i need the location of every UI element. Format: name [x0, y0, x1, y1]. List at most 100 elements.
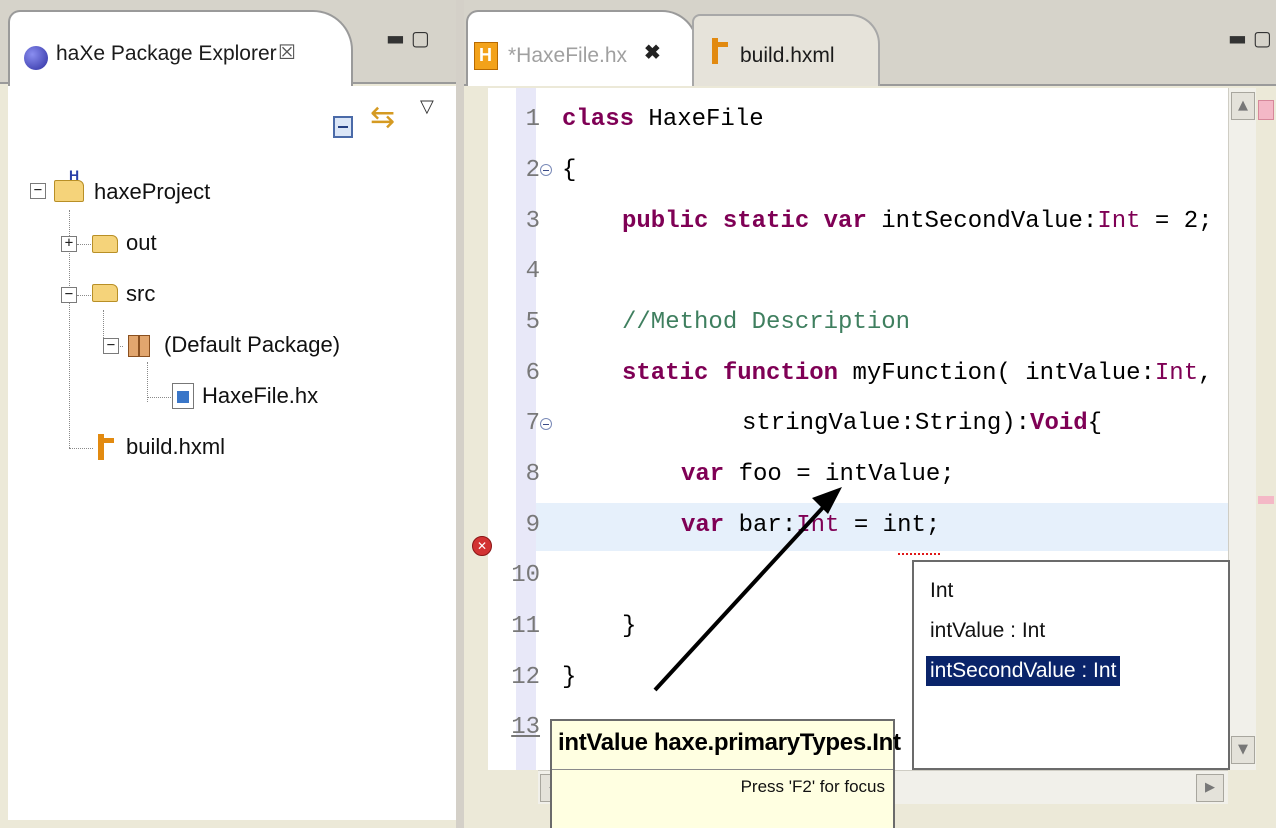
tree-connector: [147, 362, 148, 402]
tree-item-src[interactable]: src: [126, 276, 155, 312]
code-line-12: }: [562, 664, 577, 691]
code-line-2: {: [562, 157, 576, 184]
tab-label: build.hxml: [740, 44, 835, 67]
haxe-file-icon: [474, 42, 498, 70]
tree-item-label: out: [126, 230, 157, 255]
fold-collapse-icon[interactable]: [540, 164, 552, 176]
scroll-down-arrow-icon[interactable]: ▼: [1231, 736, 1255, 764]
keyword: var: [681, 512, 725, 539]
folder-icon: [92, 235, 118, 253]
error-underline: [898, 549, 940, 555]
tab-package-explorer[interactable]: haXe Package Explorer ☒: [8, 10, 353, 86]
hover-tooltip: intValue haxe.primaryTypes.Int Press 'F2…: [550, 719, 901, 828]
code-completion-popup[interactable]: Int intValue : Int intSecondValue : Int: [912, 560, 1230, 770]
tree-item-build-hxml[interactable]: build.hxml: [126, 429, 225, 465]
line-number: 7: [525, 410, 540, 437]
code-text: HaxeFile: [634, 106, 764, 133]
globe-icon: [24, 46, 48, 70]
keyword: public: [622, 208, 709, 235]
error-overview-marker[interactable]: [1258, 100, 1274, 120]
project-tree: − haxeProject + out − src − (Default Pac…: [8, 150, 456, 820]
tree-item-haxefile[interactable]: HaxeFile.hx: [202, 378, 318, 414]
line-number: 1: [525, 106, 540, 133]
tooltip-hint: Press 'F2' for focus: [740, 777, 885, 796]
keyword: var: [681, 461, 725, 488]
code-line-1: class HaxeFile: [562, 106, 764, 133]
close-icon[interactable]: ☒: [278, 40, 296, 65]
type-name: Int: [1097, 208, 1141, 235]
vertical-scrollbar[interactable]: ▲ ▼: [1228, 88, 1256, 770]
tree-connector: [77, 244, 91, 245]
minimize-maximize-icons[interactable]: ▬▢: [1228, 26, 1276, 50]
line-number: 4: [525, 258, 540, 285]
view-menu-chevron-down-icon[interactable]: ▽: [420, 96, 434, 117]
code-text: foo = intValue;: [724, 461, 955, 488]
minimize-maximize-icons[interactable]: ▬▢: [386, 26, 436, 50]
keyword: Void: [1030, 410, 1088, 437]
panel-divider[interactable]: [456, 0, 464, 828]
code-text: {: [562, 157, 577, 184]
tooltip-title: intValue haxe.primaryTypes.Int: [558, 729, 901, 756]
keyword: static: [722, 208, 810, 235]
tab-build-hxml[interactable]: build.hxml: [692, 14, 880, 86]
tree-item-out[interactable]: out: [126, 225, 157, 261]
tree-connector: [69, 448, 93, 449]
link-with-editor-icon[interactable]: ⇆: [370, 100, 395, 135]
package-explorer-panel: haXe Package Explorer ☒ ▬▢ ⇆ ▽ − haxePro…: [0, 0, 456, 828]
scroll-up-arrow-icon[interactable]: ▲: [1231, 92, 1255, 120]
explorer-toolbar: ⇆ ▽: [8, 86, 456, 150]
expand-toggle[interactable]: +: [61, 236, 77, 252]
collapse-toggle[interactable]: −: [61, 287, 77, 303]
code-line-8: var foo = intValue;: [681, 461, 955, 488]
code-text: myFunction( intValue:: [838, 360, 1155, 387]
line-number: 11: [511, 613, 540, 640]
error-icon[interactable]: ✕: [472, 536, 492, 556]
completion-item[interactable]: Int: [926, 576, 957, 606]
collapse-toggle[interactable]: −: [30, 183, 46, 199]
editor-tabbar: *HaxeFile.hx ✖ build.hxml ▬▢: [464, 0, 1276, 86]
line-number: 10: [511, 562, 540, 589]
tree-item-haxeproject[interactable]: haxeProject: [94, 174, 210, 210]
tree-item-default-package[interactable]: (Default Package): [164, 327, 340, 363]
close-icon[interactable]: ✖: [644, 40, 661, 65]
overview-ruler: [1256, 88, 1276, 828]
keyword: static: [622, 360, 709, 387]
line-number: 8: [525, 461, 540, 488]
code-text: ,: [1198, 360, 1213, 387]
code-line-9: var bar:Int = int;: [681, 512, 940, 539]
tab-label: *HaxeFile.hx: [508, 44, 628, 67]
completion-item-selected[interactable]: intSecondValue : Int: [926, 656, 1121, 686]
code-text: = 2;: [1140, 208, 1213, 235]
haxe-file-icon: [172, 383, 194, 409]
code-line-7: stringValue:String):Void{: [742, 410, 1102, 437]
tree-item-label: haxeProject: [94, 179, 211, 204]
explorer-tabbar: haXe Package Explorer ☒ ▬▢: [0, 0, 456, 86]
line-number: 2: [525, 157, 540, 184]
source-folder-icon: [92, 284, 118, 302]
code-text: stringValue:String):: [742, 410, 1031, 437]
code-text: bar:: [724, 512, 797, 539]
fold-collapse-icon[interactable]: [540, 418, 552, 430]
collapse-toggle[interactable]: −: [103, 338, 119, 354]
code-text: intSecondValue:: [866, 208, 1098, 235]
type-name: Int: [796, 512, 840, 539]
code-line-3: public static var intSecondValue:Int = 2…: [622, 208, 1213, 235]
tab-haxefile[interactable]: *HaxeFile.hx ✖: [466, 10, 698, 86]
tree-item-label: HaxeFile.hx: [202, 383, 319, 408]
completion-item[interactable]: intValue : Int: [926, 616, 1049, 646]
error-overview-marker[interactable]: [1258, 496, 1274, 504]
code-line-11: }: [622, 613, 637, 640]
tree-connector: [147, 397, 171, 398]
keyword: var: [823, 208, 867, 235]
build-file-icon: [94, 434, 116, 460]
keyword: function: [722, 360, 839, 387]
keyword: class: [562, 106, 635, 133]
collapse-all-icon[interactable]: [333, 116, 353, 138]
scroll-right-arrow-icon[interactable]: ▶: [1196, 774, 1224, 802]
tree-item-label: src: [126, 281, 156, 306]
code-line-6: static function myFunction( intValue:Int…: [622, 360, 1213, 387]
tab-label: haXe Package Explorer: [56, 42, 277, 65]
haxe-project-icon: [54, 167, 84, 202]
line-number: 5: [525, 309, 540, 336]
tree-item-label: build.hxml: [126, 434, 226, 459]
